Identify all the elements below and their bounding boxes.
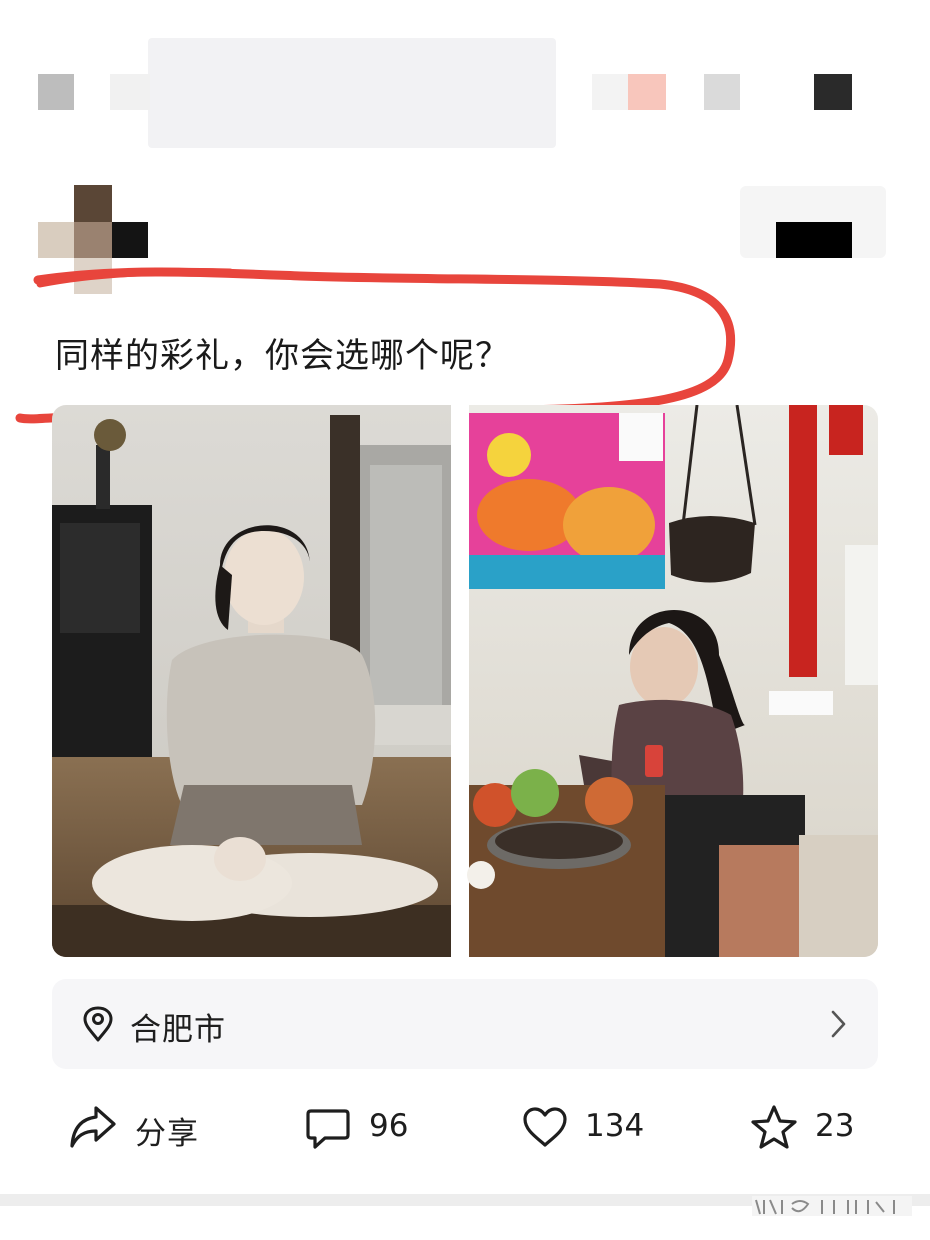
comment-count: 96	[369, 1108, 409, 1144]
comment-icon	[306, 1109, 350, 1149]
heart-icon	[523, 1107, 567, 1147]
share-label: 分享	[135, 1116, 199, 1152]
post-images[interactable]	[52, 405, 878, 957]
obscured-block	[110, 74, 150, 110]
star-icon	[751, 1105, 797, 1149]
share-icon	[70, 1106, 116, 1148]
header-obscured	[148, 38, 556, 148]
obscured-block	[776, 222, 852, 258]
location-label: 合肥市	[130, 1012, 226, 1048]
obscured-block	[704, 74, 740, 110]
like-count: 134	[585, 1108, 645, 1144]
left-photo	[52, 405, 451, 957]
favorite-count: 23	[815, 1108, 855, 1144]
obscured-block	[628, 74, 666, 110]
obscured-block	[814, 74, 852, 110]
obscured-block	[38, 74, 74, 110]
location-pin-icon	[83, 1006, 113, 1042]
watermark-logo	[752, 1196, 912, 1216]
obscured-block	[592, 74, 628, 110]
chevron-right-icon	[831, 1010, 846, 1038]
right-photo	[467, 405, 878, 957]
